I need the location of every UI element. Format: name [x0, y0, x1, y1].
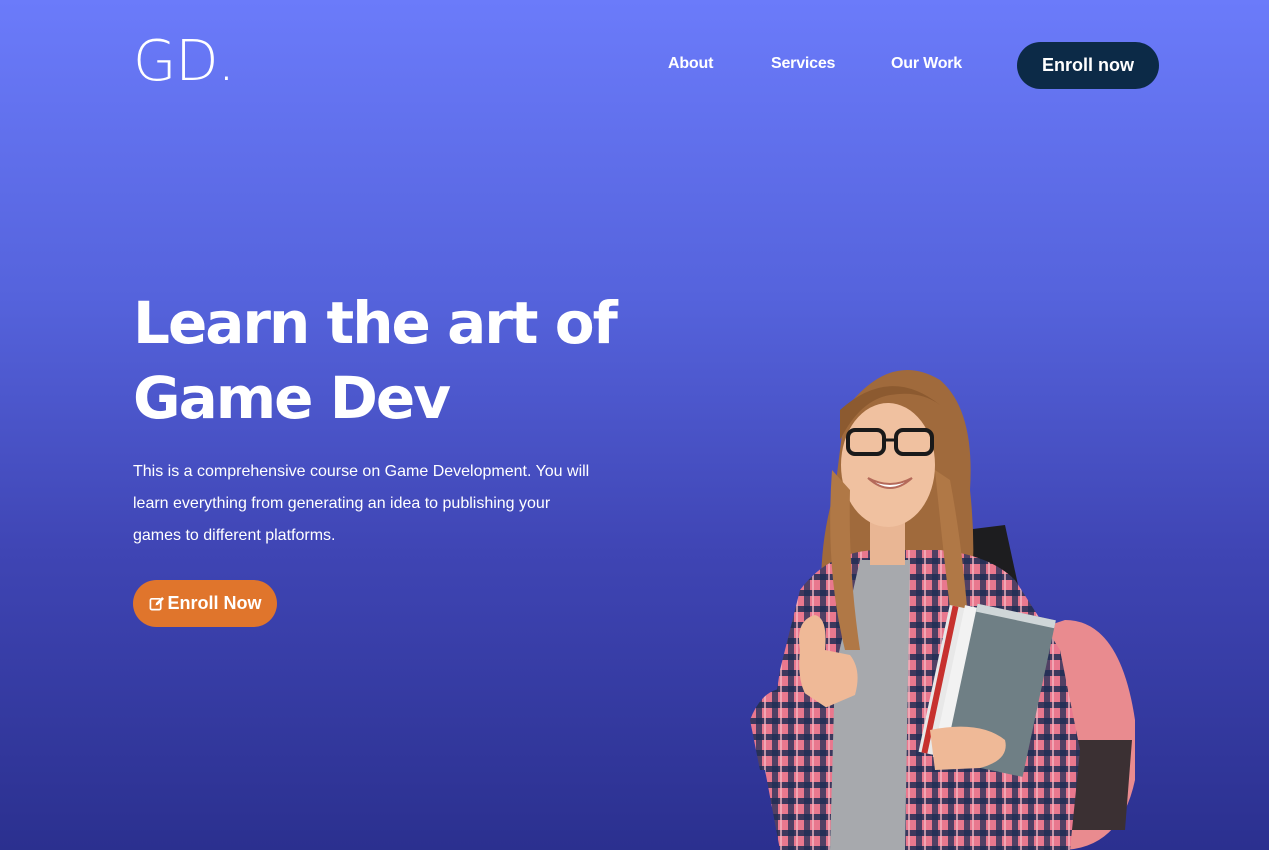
- nav-link-our-work[interactable]: Our Work: [891, 55, 962, 73]
- hero-title-line-2: Game Dev: [133, 364, 451, 432]
- top-navigation: GD. About Services Our Work Enroll now: [0, 0, 1269, 130]
- hero-title: Learn the art of Game Dev: [133, 286, 693, 436]
- hero-title-line-1: Learn the art of: [133, 289, 618, 357]
- enroll-now-hero-label: Enroll Now: [167, 593, 262, 613]
- enroll-now-hero-button[interactable]: Enroll Now: [133, 580, 277, 627]
- nav-link-services[interactable]: Services: [771, 55, 835, 73]
- brand-logo[interactable]: GD.: [133, 34, 235, 90]
- nav-link-about[interactable]: About: [668, 55, 713, 73]
- hero-description: This is a comprehensive course on Game D…: [133, 463, 590, 544]
- edit-icon: [149, 596, 164, 611]
- student-photo: [750, 370, 1135, 850]
- enroll-now-nav-button[interactable]: Enroll now: [1017, 42, 1159, 89]
